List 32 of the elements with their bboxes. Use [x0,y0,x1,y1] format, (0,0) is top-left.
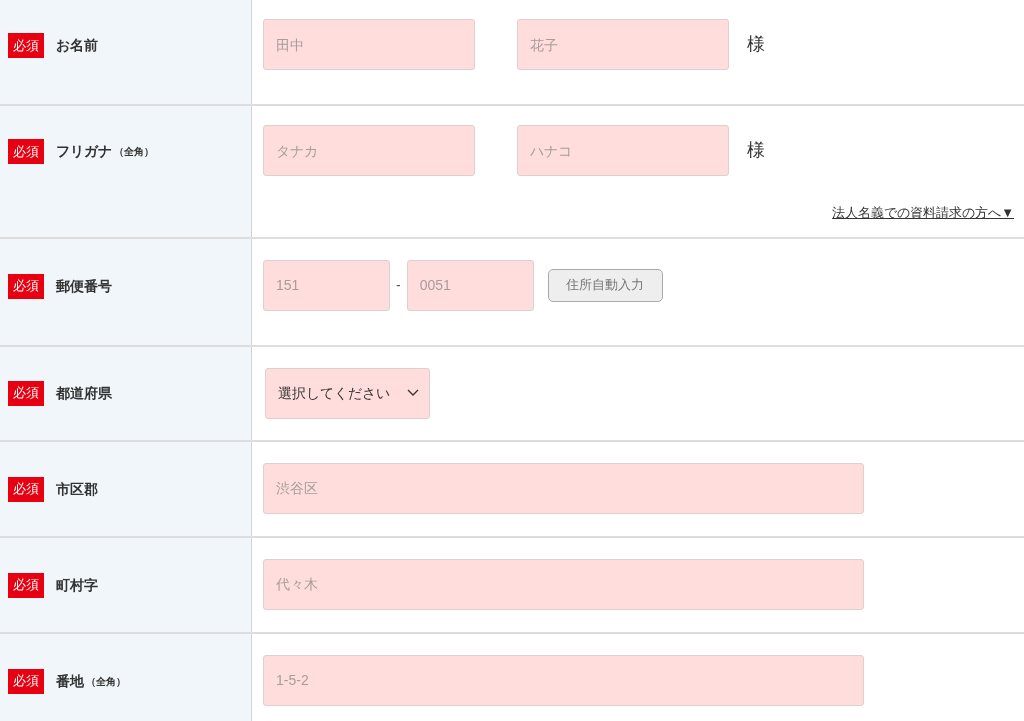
required-badge: 必須 [8,572,44,598]
field-label: 郵便番号 [56,276,112,296]
input-field[interactable]: 代々木 [263,558,864,610]
input-field[interactable]: 花子 [517,19,729,70]
field-label: 番地 [56,671,84,691]
required-badge: 必須 [8,668,44,694]
honorific-suffix: 様 [747,139,765,162]
field-label: 市区郡 [56,479,98,499]
field-note: （全角） [86,674,126,689]
input-field[interactable]: 1-5-2 [263,654,864,706]
field-label: 町村字 [56,575,98,595]
field-label: お名前 [56,36,98,55]
address-autofill-button[interactable]: 住所自動入力 [547,268,663,302]
input-field[interactable]: 151 [263,259,390,311]
chevron-down-icon [407,389,419,397]
field-label: フリガナ [56,142,112,161]
required-badge: 必須 [8,380,44,406]
input-field[interactable]: 田中 [263,19,475,70]
input-field[interactable]: タナカ [263,125,475,176]
prefecture-select[interactable]: 選択してください [265,367,430,419]
required-badge: 必須 [8,273,44,299]
input-field[interactable]: ハナコ [517,125,729,176]
honorific-suffix: 様 [747,33,765,56]
required-badge: 必須 [8,33,44,58]
input-field[interactable]: 渋谷区 [263,462,864,514]
field-note: （全角） [114,145,154,159]
required-badge: 必須 [8,139,44,164]
field-label: 都道府県 [56,383,112,403]
separator-dash: - [396,275,401,295]
required-badge: 必須 [8,476,44,502]
corporate-request-link[interactable]: 法人名義での資料請求の方へ▼ [832,203,1014,223]
input-field[interactable]: 0051 [406,259,534,311]
